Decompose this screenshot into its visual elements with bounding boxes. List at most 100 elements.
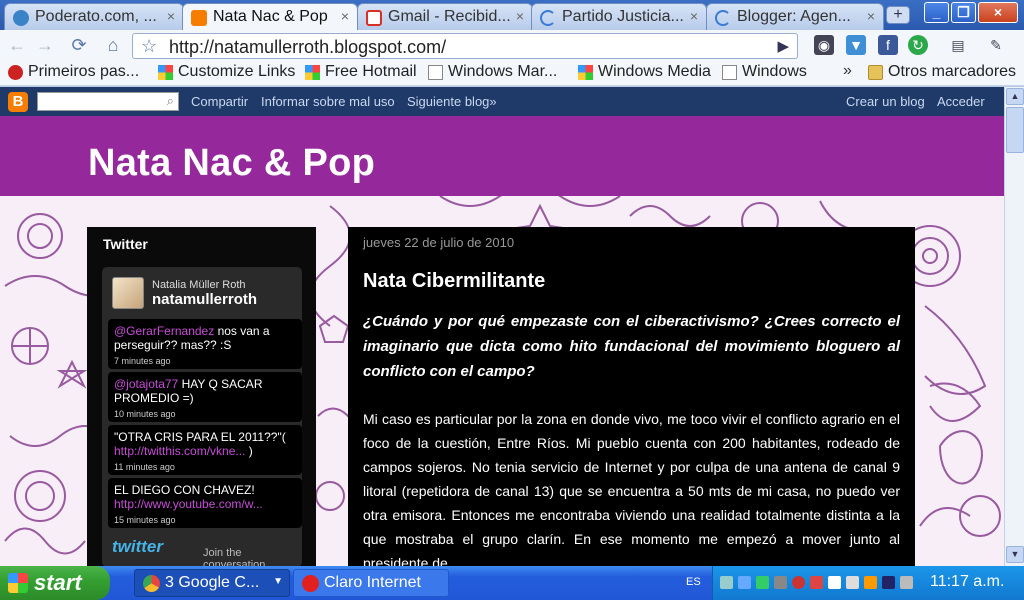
maximize-button[interactable]: ❐ xyxy=(951,2,976,23)
system-clock[interactable]: 11:17 a.m. xyxy=(930,573,1004,591)
start-button[interactable]: start xyxy=(0,566,110,600)
claro-icon xyxy=(302,575,319,592)
bookmark-label: Windows Mar... xyxy=(448,63,558,80)
scroll-up-arrow[interactable]: ▲ xyxy=(1006,88,1024,105)
tweet-url-link[interactable]: http://twitthis.com/vkne... xyxy=(114,444,245,458)
create-blog-link[interactable]: Crear un blog xyxy=(846,94,925,109)
chevron-down-icon: ▼ xyxy=(273,576,283,587)
scroll-thumb[interactable] xyxy=(1006,107,1024,153)
close-tab-icon[interactable]: × xyxy=(867,8,875,24)
blogger-logo-icon[interactable]: B xyxy=(8,92,28,112)
tab-poderato[interactable]: Poderato.com, ... × xyxy=(4,3,184,30)
join-conversation-link[interactable]: Join the conversation xyxy=(203,547,302,566)
tab-nata-nac-pop[interactable]: Nata Nac & Pop × xyxy=(182,3,358,30)
poderato-favicon-icon xyxy=(13,10,29,26)
bookmark-windows-media[interactable]: Windows Media xyxy=(578,63,711,81)
forward-button[interactable]: → xyxy=(32,33,58,57)
blog-post: jueves 22 de julio de 2010 Nata Cibermil… xyxy=(348,227,915,566)
bookmark-windows-marketplace[interactable]: Windows Mar... xyxy=(428,63,557,81)
sign-in-link[interactable]: Acceder xyxy=(937,94,985,109)
page-icon xyxy=(428,65,443,80)
tweet-item: @GerarFernandez nos van a perseguir?? ma… xyxy=(108,319,302,369)
tweet-time[interactable]: 15 minutes ago xyxy=(114,513,296,527)
java-icon[interactable] xyxy=(864,576,877,589)
printer-icon[interactable] xyxy=(900,576,913,589)
vertical-scrollbar[interactable]: ▲ ▼ xyxy=(1004,87,1024,566)
close-window-button[interactable]: × xyxy=(978,2,1018,23)
tweet-item: @jotajota77 HAY Q SACAR PROMEDIO =) 10 m… xyxy=(108,372,302,422)
safety-icon[interactable] xyxy=(756,576,769,589)
tab-blogger-agenda[interactable]: Blogger: Agen... × xyxy=(706,3,884,30)
post-title[interactable]: Nata Cibermilitante xyxy=(363,270,545,293)
report-abuse-link[interactable]: Informar sobre mal uso xyxy=(261,94,395,109)
go-arrow-icon[interactable]: ▶ xyxy=(777,37,789,55)
gmail-favicon-icon xyxy=(366,10,382,26)
bookmark-label: Windows xyxy=(742,63,807,80)
minimize-button[interactable]: _ xyxy=(924,2,949,23)
battery-icon[interactable] xyxy=(882,576,895,589)
bookmark-windows[interactable]: Windows xyxy=(722,63,807,81)
language-indicator[interactable]: ES xyxy=(686,576,701,588)
next-blog-link[interactable]: Siguiente blog» xyxy=(407,94,497,109)
twitter-logo[interactable]: twitter xyxy=(112,537,163,557)
download-extension-icon[interactable]: ▼ xyxy=(846,35,866,55)
sync-extension-icon[interactable]: ↻ xyxy=(908,35,928,55)
new-tab-button[interactable]: + xyxy=(886,6,910,24)
bookmark-customize-links[interactable]: Customize Links xyxy=(158,63,295,81)
camera-extension-icon[interactable]: ◉ xyxy=(814,35,834,55)
tweet-mention-link[interactable]: @GerarFernandez xyxy=(114,324,214,338)
back-button[interactable]: ← xyxy=(4,33,30,57)
bookmarks-overflow-chevron[interactable]: » xyxy=(843,62,852,80)
blog-title[interactable]: Nata Nac & Pop xyxy=(88,142,375,185)
bookmark-free-hotmail[interactable]: Free Hotmail xyxy=(305,63,417,81)
chrome-icon xyxy=(143,575,160,592)
bookmark-label: Primeiros pas... xyxy=(28,63,140,80)
wrench-menu-icon[interactable]: ✎ xyxy=(986,35,1006,55)
taskbar-item-label: Claro Internet xyxy=(324,574,421,591)
shield-icon[interactable] xyxy=(828,576,841,589)
post-date: jueves 22 de julio de 2010 xyxy=(363,235,515,250)
other-bookmarks-folder[interactable]: Otros marcadores xyxy=(868,63,1016,81)
tweet-time[interactable]: 7 minutes ago xyxy=(114,354,296,368)
claro-tray-icon[interactable] xyxy=(792,576,805,589)
address-bar[interactable]: ☆ http://natamullerroth.blogspot.com/ ▶ xyxy=(132,33,798,59)
scroll-down-arrow[interactable]: ▼ xyxy=(1006,546,1024,563)
volume-icon[interactable] xyxy=(846,576,859,589)
tweet-time[interactable]: 11 minutes ago xyxy=(114,460,296,474)
taskbar-item-claro-internet[interactable]: Claro Internet xyxy=(293,569,449,597)
tweet-url-link[interactable]: http://www.youtube.com/w... xyxy=(114,497,263,511)
facebook-extension-icon[interactable]: f xyxy=(878,35,898,55)
tweet-mention-link[interactable]: @jotajota77 xyxy=(114,377,178,391)
page-icon xyxy=(722,65,737,80)
bookmark-primeiros-passos[interactable]: Primeiros pas... xyxy=(8,63,139,81)
search-icon[interactable]: ⌕ xyxy=(167,93,174,109)
red-cross-icon xyxy=(8,65,23,80)
close-tab-icon[interactable]: × xyxy=(690,8,698,24)
tab-label: Partido Justicia... xyxy=(562,8,684,25)
taskbar-item-chrome[interactable]: 3 Google C... ▼ xyxy=(134,569,290,597)
folder-icon xyxy=(868,65,883,80)
reload-button[interactable]: ⟳ xyxy=(66,33,92,57)
close-tab-icon[interactable]: × xyxy=(341,8,349,24)
close-tab-icon[interactable]: × xyxy=(516,8,524,24)
usb-icon[interactable] xyxy=(774,576,787,589)
tab-gmail[interactable]: Gmail - Recibid... × xyxy=(357,3,533,30)
display-icon[interactable] xyxy=(738,576,751,589)
tab-partido-justicialista[interactable]: Partido Justicia... × xyxy=(531,3,707,30)
windows-logo-icon xyxy=(8,573,28,593)
bookmark-star-icon[interactable]: ☆ xyxy=(141,36,157,57)
tweet-time[interactable]: 10 minutes ago xyxy=(114,407,296,421)
blog-search-input[interactable]: ⌕ xyxy=(37,92,179,111)
antivirus-icon[interactable] xyxy=(810,576,823,589)
home-button[interactable]: ⌂ xyxy=(100,33,126,57)
share-link[interactable]: Compartir xyxy=(191,94,248,109)
page-menu-icon[interactable]: ▤ xyxy=(948,35,968,55)
browser-toolbar: ← → ⟳ ⌂ ☆ http://natamullerroth.blogspot… xyxy=(0,30,1024,60)
close-tab-icon[interactable]: × xyxy=(167,8,175,24)
twitter-handle[interactable]: natamullerroth xyxy=(152,291,257,308)
network-icon[interactable] xyxy=(720,576,733,589)
avatar[interactable] xyxy=(112,277,144,309)
windows-flag-icon xyxy=(578,65,593,80)
twitter-display-name: Natalia Müller Roth xyxy=(152,279,246,291)
loading-spinner-icon xyxy=(715,10,731,26)
